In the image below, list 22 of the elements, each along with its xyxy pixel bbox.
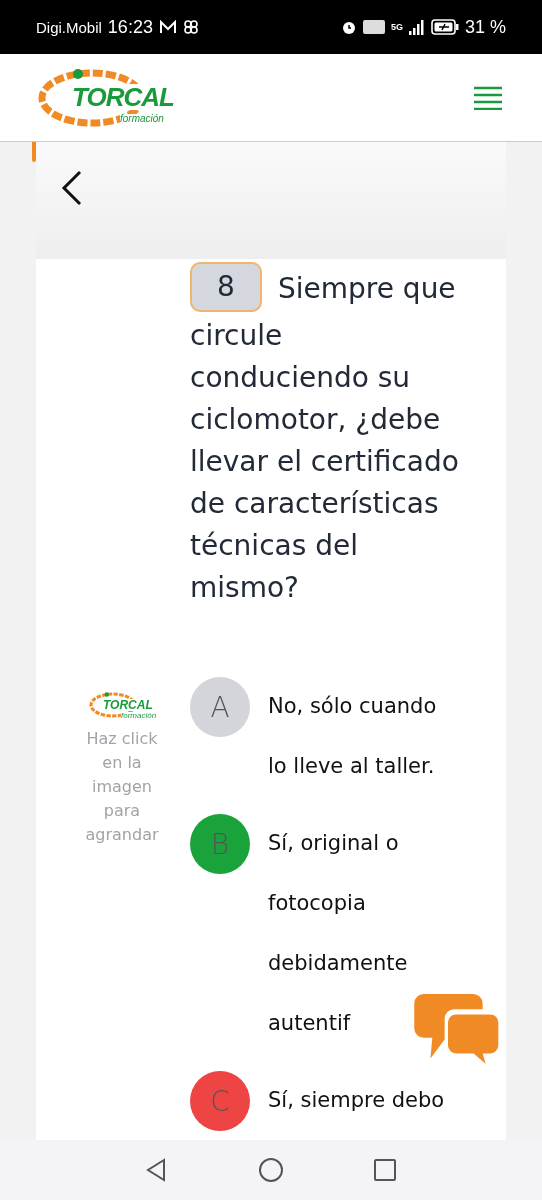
battery-percent: 31 %: [464, 16, 506, 38]
network-type: 5G: [390, 22, 403, 32]
answer-text: Sí, siempre debo: [268, 1087, 445, 1114]
alarm-icon: [340, 19, 357, 35]
answer-text: Sí, original o fotocopia debidamente autentif: [268, 830, 409, 1037]
back-button[interactable]: [60, 170, 84, 206]
clock: 16:23: [107, 16, 153, 38]
answer-option[interactable]: A: [190, 677, 250, 737]
fan-icon: [182, 19, 199, 35]
signal-icon: [408, 19, 425, 35]
mail-icon: [158, 20, 177, 34]
answer-option[interactable]: B: [190, 814, 250, 874]
question-text: 8 Siempre que circule conduciendo su ciclomotor, ¿debe llevar el certificado de características técnicas del mismo?: [190, 265, 460, 609]
answer-text: No, sólo cuando lo lleve al taller.: [268, 693, 438, 780]
recents-nav-button[interactable]: [372, 1157, 398, 1183]
carrier-name: Digi.Mobil: [36, 18, 102, 36]
home-nav-button[interactable]: [258, 1157, 284, 1183]
enlarge-hint: Haz click en la imagen para agrandar: [84, 728, 160, 846]
question-number: 8: [190, 262, 262, 312]
battery-icon: [430, 19, 459, 35]
menu-button[interactable]: [474, 85, 502, 110]
answer-option[interactable]: C: [190, 1071, 250, 1131]
